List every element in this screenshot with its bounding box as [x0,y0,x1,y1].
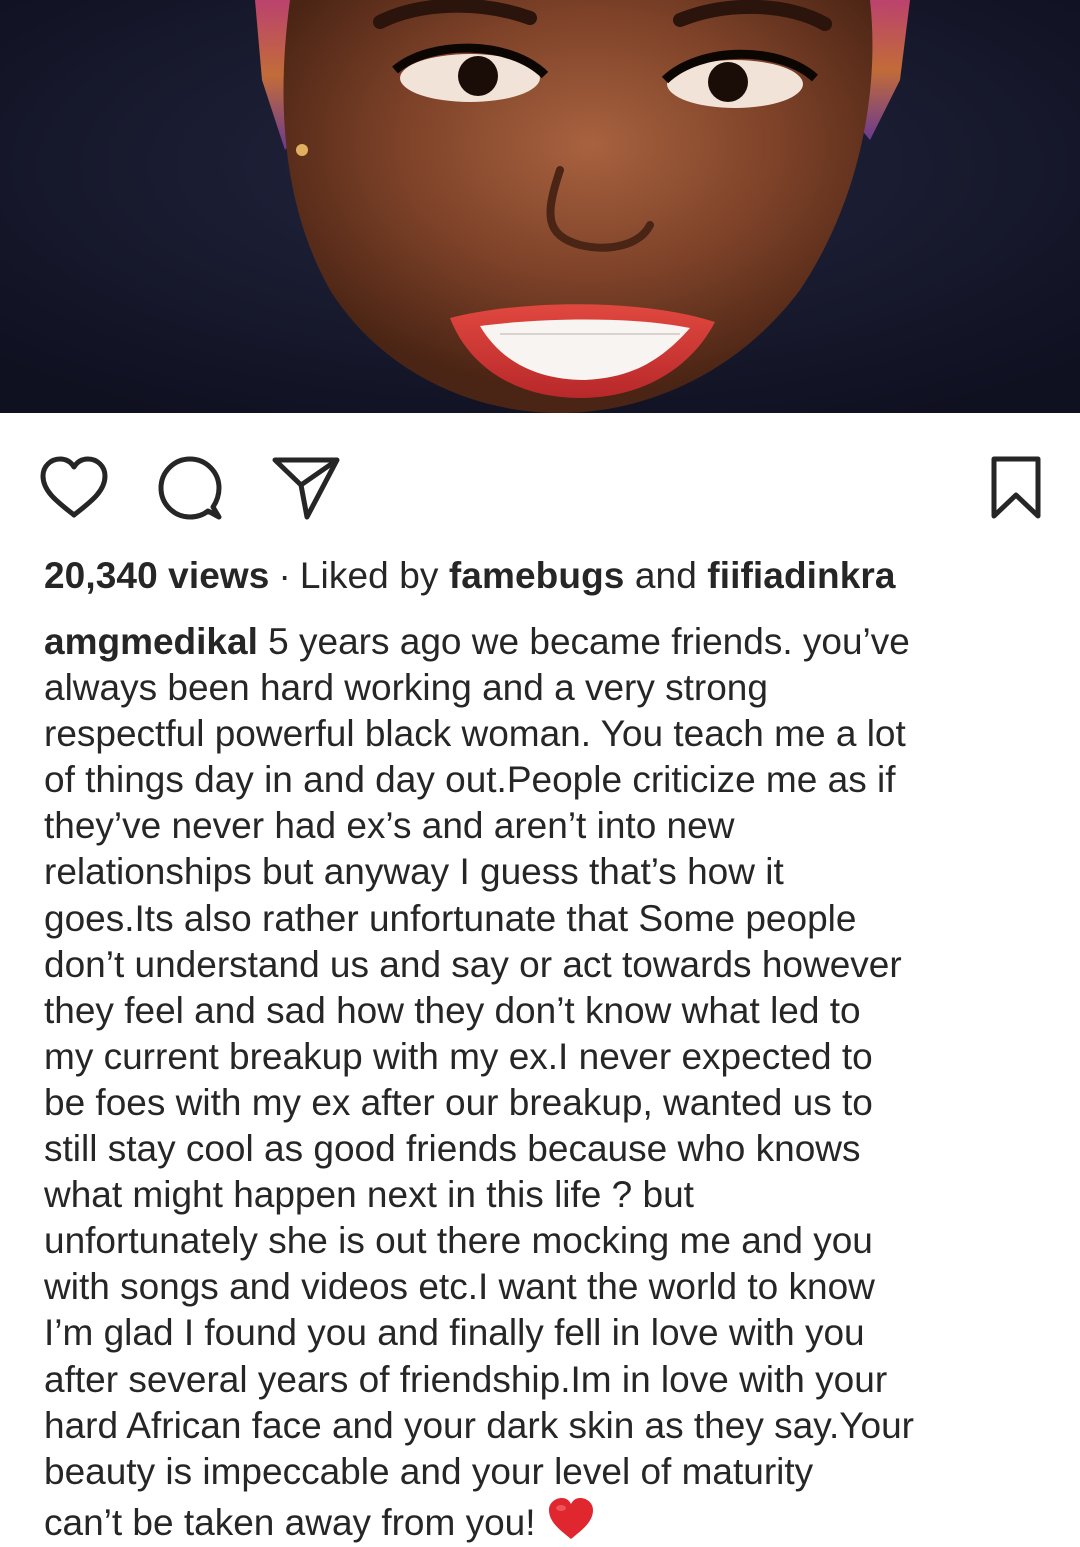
caption-line: what might happen next in this life ? bu… [44,1174,694,1216]
save-button[interactable] [978,450,1054,526]
caption-line: my current breakup with my ex.I never ex… [44,1035,873,1077]
comment-bubble-icon [158,456,222,520]
caption-line: relationships but anyway I guess that’s … [44,851,784,893]
action-bar [0,440,1080,530]
caption-line: they’ve never had ex’s and aren’t into n… [44,805,735,847]
caption-line: can’t be taken away from you! [44,1495,1044,1543]
instagram-post: 20,340 views · Liked by famebugs and fiifi… [0,0,1080,1547]
post-photo[interactable] [0,0,1080,413]
liked-by-conjunction: and [634,555,697,596]
comment-button[interactable] [152,450,228,526]
like-button[interactable] [36,450,112,526]
caption-line: still stay cool as good friends because … [44,1128,861,1170]
caption-line: don’t understand us and say or act towar… [44,943,902,985]
heart-outline-icon [40,456,108,518]
bookmark-icon [991,456,1041,519]
post-stats: 20,340 views · Liked by famebugs and fiifi… [44,553,896,599]
caption-line: after several years of friendship.Im in … [44,1358,888,1400]
caption-line: be foes with my ex after our breakup, wa… [44,1081,873,1123]
liked-by-user-famebugs[interactable]: famebugs [449,555,625,596]
paper-plane-icon [272,457,340,520]
caption-line: they feel and sad how they don’t know wh… [44,989,861,1031]
caption-line: respectful powerful black woman. You tea… [44,713,906,755]
caption-line: always been hard working and a very stro… [44,667,768,709]
caption-username[interactable]: amgmedikal [44,621,258,662]
red-heart-emoji-icon [546,1495,596,1547]
caption-line: hard African face and your dark skin as … [44,1404,914,1446]
post-caption: amgmedikal 5 years ago we became friends… [44,619,1044,1543]
caption-line: beauty is impeccable and your level of m… [44,1450,814,1492]
separator-dot: · [278,555,291,596]
caption-line: with songs and videos etc.I want the wor… [44,1266,875,1308]
caption-text: 5 years ago we became friends. you’ve [268,621,910,662]
views-count[interactable]: 20,340 views [44,555,269,596]
liked-by-prefix: Liked by [299,555,439,596]
portrait-illustration [0,0,1080,413]
caption-line: goes.Its also rather unfortunate that So… [44,897,857,939]
caption-line: of things day in and day out.People crit… [44,759,896,801]
caption-line: I’m glad I found you and finally fell in… [44,1312,865,1354]
caption-text: can’t be taken away from you! [44,1501,536,1543]
caption-line: unfortunately she is out there mocking m… [44,1220,873,1262]
share-button[interactable] [268,450,344,526]
caption-line: amgmedikal 5 years ago we became friends… [44,619,1044,665]
liked-by-user-fiifiadinkra[interactable]: fiifiadinkra [707,555,895,596]
